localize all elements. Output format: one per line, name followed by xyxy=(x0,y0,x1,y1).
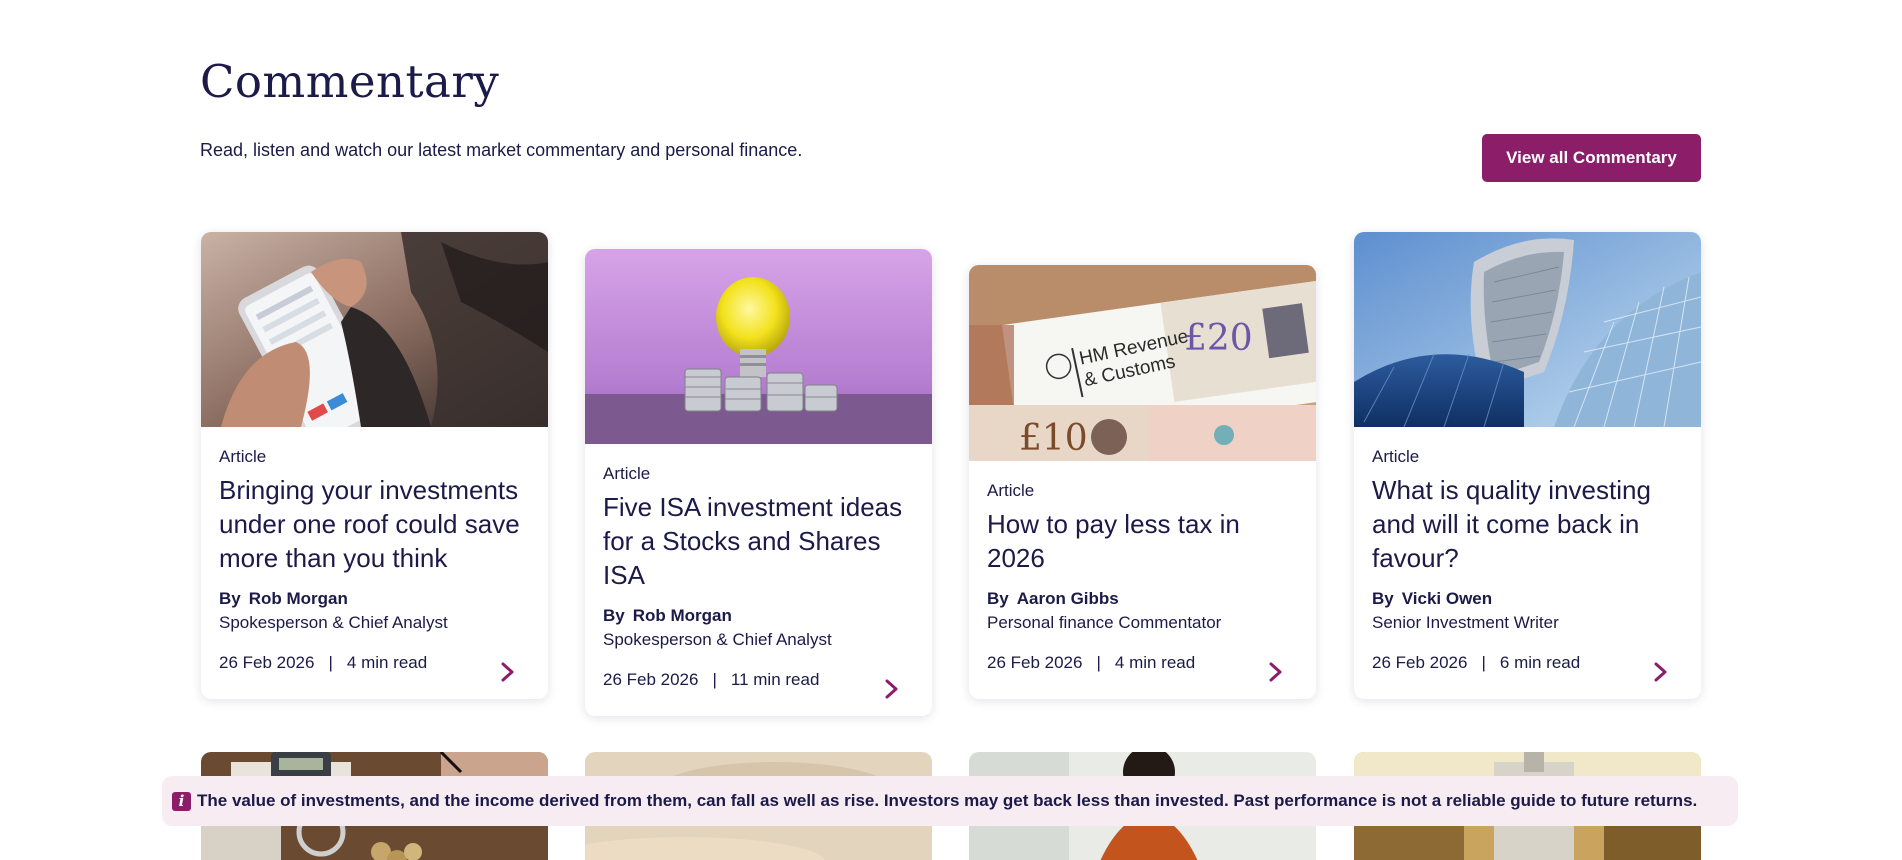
meta-separator: | xyxy=(1481,653,1486,672)
view-all-commentary-button[interactable]: View all Commentary xyxy=(1482,134,1701,182)
chevron-right-icon[interactable] xyxy=(1266,661,1286,683)
card-author: By Rob Morgan xyxy=(219,589,530,609)
hmrc-letter-and-banknotes-image: HM Revenue & Customs £20 £10 xyxy=(969,265,1316,461)
author-by-label: By xyxy=(603,606,625,625)
chevron-right-icon[interactable] xyxy=(498,661,518,683)
note-20-label: £20 xyxy=(1184,318,1253,359)
card-type: Article xyxy=(603,464,651,483)
card-author: By Rob Morgan xyxy=(603,606,914,626)
publish-date: 26 Feb 2026 xyxy=(1372,653,1468,672)
info-icon: i xyxy=(172,791,191,811)
author-name: Rob Morgan xyxy=(248,589,348,608)
card-body: Article How to pay less tax in 2026 By Aa… xyxy=(969,461,1316,699)
meta-separator: | xyxy=(712,670,717,689)
card-title[interactable]: Bringing your investments under one roof… xyxy=(219,473,530,575)
card-meta: 26 Feb 2026 | 4 min read xyxy=(219,653,530,699)
author-name: Aaron Gibbs xyxy=(1016,589,1119,608)
author-by-label: By xyxy=(987,589,1009,608)
section-intro: Read, listen and watch our latest market… xyxy=(200,140,803,160)
author-by-label: By xyxy=(1372,589,1394,608)
card-image-hmrc: HM Revenue & Customs £20 £10 xyxy=(969,265,1316,461)
author-name: Vicki Owen xyxy=(1401,589,1493,608)
publish-date: 26 Feb 2026 xyxy=(987,653,1083,672)
note-10-label: £10 xyxy=(1019,418,1088,459)
meta-separator: | xyxy=(1096,653,1101,672)
card-meta: 26 Feb 2026 | 11 min read xyxy=(603,670,914,716)
article-card[interactable]: Article Five ISA investment ideas for a … xyxy=(585,249,932,716)
author-name: Rob Morgan xyxy=(632,606,732,625)
read-time: 4 min read xyxy=(346,653,428,672)
author-by-label: By xyxy=(219,589,241,608)
card-title[interactable]: Five ISA investment ideas for a Stocks a… xyxy=(603,490,914,592)
card-body: Article Bringing your investments under … xyxy=(201,427,548,699)
publish-date: 26 Feb 2026 xyxy=(603,670,699,689)
chevron-right-icon[interactable] xyxy=(882,678,902,700)
read-time: 6 min read xyxy=(1499,653,1581,672)
section-title: Commentary xyxy=(200,55,500,108)
read-time: 4 min read xyxy=(1114,653,1196,672)
card-type: Article xyxy=(1372,447,1420,466)
card-meta: 26 Feb 2026 | 4 min read xyxy=(987,653,1298,699)
glass-skyscraper-image xyxy=(1354,232,1701,427)
card-body: Article What is quality investing and wi… xyxy=(1354,427,1701,699)
card-title[interactable]: What is quality investing and will it co… xyxy=(1372,473,1683,575)
author-role: Senior Investment Writer xyxy=(1372,613,1559,632)
author-role: Spokesperson & Chief Analyst xyxy=(603,630,832,649)
chevron-right-icon[interactable] xyxy=(1651,661,1671,683)
author-role: Personal finance Commentator xyxy=(987,613,1222,632)
commentary-page: Commentary Read, listen and watch our la… xyxy=(0,0,1902,860)
woman-using-smartphone-image xyxy=(201,232,548,427)
card-type: Article xyxy=(219,447,267,466)
card-image-smartphone xyxy=(201,232,548,427)
card-author: By Aaron Gibbs xyxy=(987,589,1298,609)
card-body: Article Five ISA investment ideas for a … xyxy=(585,444,932,716)
card-meta: 26 Feb 2026 | 6 min read xyxy=(1372,653,1683,699)
article-card[interactable]: HM Revenue & Customs £20 £10 Article How… xyxy=(969,265,1316,699)
read-time: 11 min read xyxy=(730,670,820,689)
lightbulb-and-coins-image xyxy=(585,249,932,444)
article-card[interactable]: Article What is quality investing and wi… xyxy=(1354,232,1701,699)
article-card[interactable]: Article Bringing your investments under … xyxy=(201,232,548,699)
meta-separator: | xyxy=(328,653,333,672)
publish-date: 26 Feb 2026 xyxy=(219,653,315,672)
risk-warning-text: The value of investments, and the income… xyxy=(197,791,1698,810)
risk-warning-banner: i The value of investments, and the inco… xyxy=(162,776,1738,826)
card-author: By Vicki Owen xyxy=(1372,589,1683,609)
card-title[interactable]: How to pay less tax in 2026 xyxy=(987,507,1298,575)
author-role: Spokesperson & Chief Analyst xyxy=(219,613,448,632)
card-type: Article xyxy=(987,481,1035,500)
card-image-lightbulb xyxy=(585,249,932,444)
card-image-skyscraper xyxy=(1354,232,1701,427)
